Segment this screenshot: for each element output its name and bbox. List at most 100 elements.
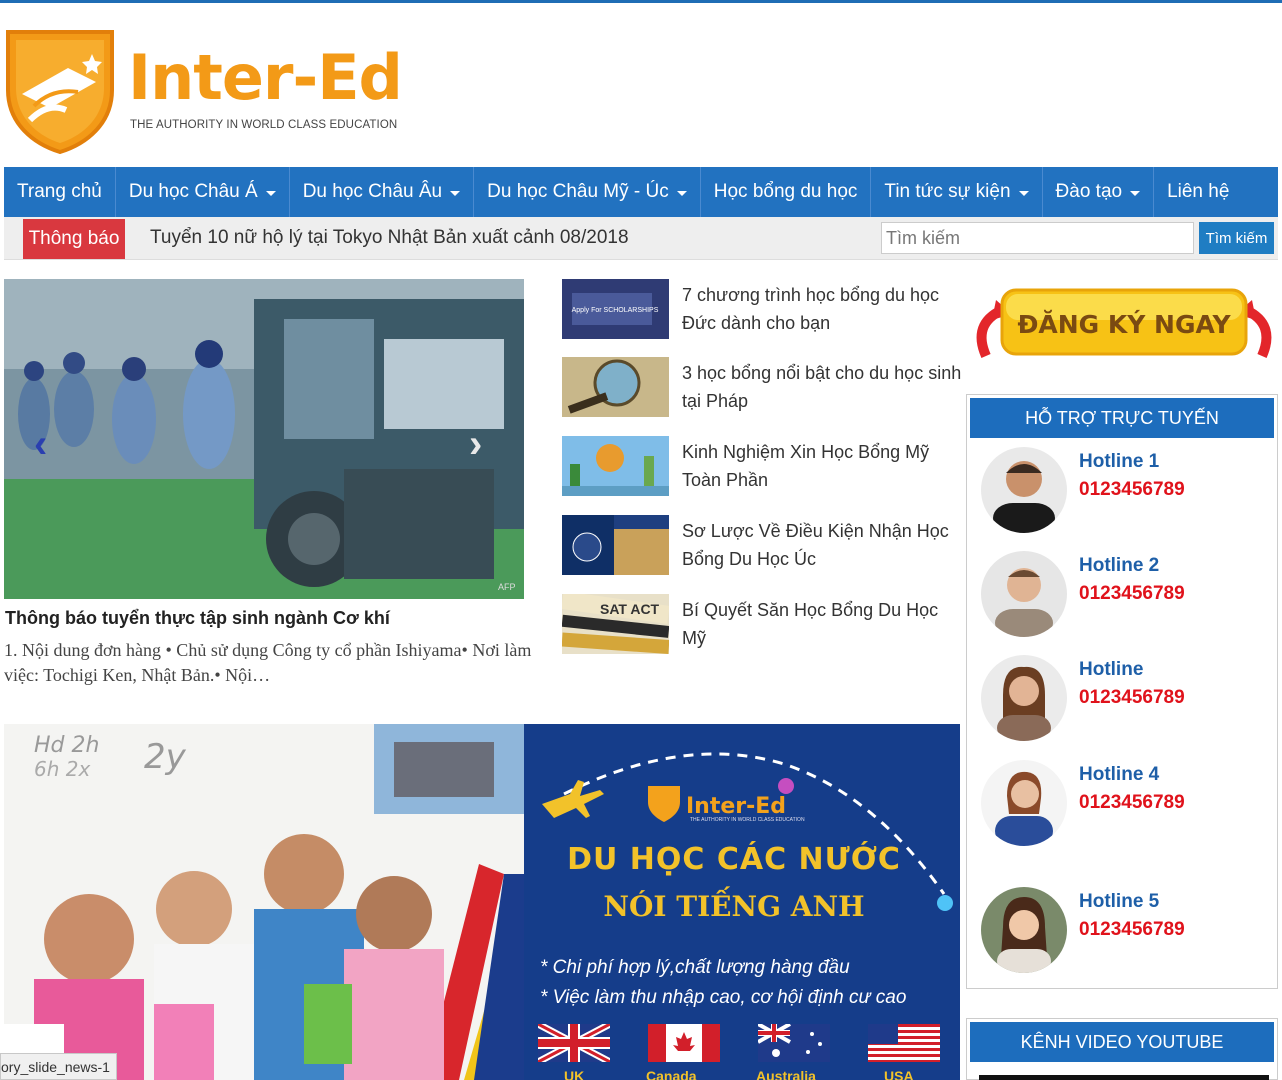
logo-tagline: THE AUTHORITY IN WORLD CLASS EDUCATION xyxy=(130,119,398,131)
nav-label: Du học Châu Mỹ - Úc xyxy=(487,181,669,202)
banner-heading-1: DU HỌC CÁC NƯỚC xyxy=(567,842,901,877)
register-label: ĐĂNG KÝ NGAY xyxy=(1017,309,1231,339)
nav-label: Du học Châu Á xyxy=(128,181,258,202)
caret-down-icon xyxy=(1130,190,1141,196)
uk-flag-icon xyxy=(538,1024,610,1062)
main-nav: Trang chủ Du học Châu Á Du học Châu Âu D… xyxy=(4,167,1278,217)
study-english-countries-banner[interactable]: Hd 2h 6h 2x 2y Inter-Ed THE AUTHORITY IN… xyxy=(4,724,960,1080)
nav-label: Tin tức sự kiện xyxy=(884,181,1011,202)
svg-text:2y: 2y xyxy=(144,737,187,777)
nav-item-home[interactable]: Trang chủ xyxy=(4,167,116,217)
avatar xyxy=(981,551,1067,637)
hotline-phone[interactable]: 0123456789 xyxy=(1079,792,1185,814)
nav-item-europe[interactable]: Du học Châu Âu xyxy=(290,167,475,217)
svg-text:6h 2x: 6h 2x xyxy=(34,757,90,781)
avatar xyxy=(981,760,1067,846)
banner-line-2: * Việc làm thu nhập cao, cơ hội định cư … xyxy=(540,987,907,1008)
news-item[interactable]: Apply For SCHOLARSHIPS 7 chương trình họ… xyxy=(562,279,962,341)
news-title[interactable]: Bí Quyết Săn Học Bổng Du Học Mỹ xyxy=(682,596,964,652)
hotline-item[interactable]: Hotline 0123456789 xyxy=(967,655,1277,745)
register-banner-graphic: ĐĂNG KÝ NGAY xyxy=(976,288,1272,359)
news-thumbnail[interactable] xyxy=(562,515,669,575)
avatar xyxy=(981,447,1067,533)
youtube-channel-box: KÊNH VIDEO YOUTUBE xyxy=(966,1018,1278,1080)
nav-label: Học bổng du học xyxy=(713,181,858,202)
news-item[interactable]: SAT ACT Bí Quyết Săn Học Bổng Du Học Mỹ xyxy=(562,594,962,656)
banner-line-1: * Chi phí hợp lý,chất lượng hàng đầu xyxy=(540,957,850,978)
nav-label: Du học Châu Âu xyxy=(302,181,443,202)
nav-label: Trang chủ xyxy=(17,181,102,202)
news-item[interactable]: 3 học bổng nổi bật cho du học sinh tại P… xyxy=(562,357,962,419)
hotline-name: Hotline 1 xyxy=(1079,451,1160,472)
hotline-phone[interactable]: 0123456789 xyxy=(1079,583,1185,605)
online-support-box: HỖ TRỢ TRỰC TUYẾN Hotline 1 0123456789 H… xyxy=(966,394,1278,989)
search-button[interactable]: Tìm kiếm xyxy=(1199,222,1274,254)
news-slider[interactable]: ‹ › AFP xyxy=(4,279,524,599)
svg-text:Hd 2h: Hd 2h xyxy=(34,733,99,758)
nav-item-training[interactable]: Đào tạo xyxy=(1043,167,1155,217)
nav-item-scholarships[interactable]: Học bổng du học xyxy=(701,167,872,217)
hotline-phone[interactable]: 0123456789 xyxy=(1079,919,1185,941)
flag-label-usa: USA xyxy=(884,1068,914,1080)
australia-flag-icon xyxy=(758,1024,830,1062)
hotline-name: Hotline xyxy=(1079,659,1144,680)
news-thumbnail[interactable] xyxy=(562,357,669,417)
youtube-video-embed[interactable] xyxy=(979,1075,1269,1080)
news-thumbnail[interactable]: Apply For SCHOLARSHIPS xyxy=(562,279,669,339)
news-thumbnail[interactable] xyxy=(562,436,669,496)
avatar xyxy=(981,887,1067,973)
nav-label: Liên hệ xyxy=(1167,181,1230,202)
hotline-item[interactable]: Hotline 1 0123456789 xyxy=(967,447,1277,537)
chevron-right-icon[interactable]: › xyxy=(469,424,482,464)
site-logo[interactable]: Inter-Ed THE AUTHORITY IN WORLD CLASS ED… xyxy=(4,28,404,158)
nav-item-america-australia[interactable]: Du học Châu Mỹ - Úc xyxy=(474,167,701,217)
notice-bar: Thông báo Tuyển 10 nữ hộ lý tại Tokyo Nh… xyxy=(4,217,1278,260)
news-title[interactable]: 7 chương trình học bổng du học Đức dành … xyxy=(682,281,964,337)
news-title[interactable]: Kinh Nghiệm Xin Học Bổng Mỹ Toàn Phần xyxy=(682,438,964,494)
news-item[interactable]: Sơ Lược Về Điều Kiện Nhận Học Bổng Du Họ… xyxy=(562,515,962,577)
thumb-caption: Apply For SCHOLARSHIPS xyxy=(572,307,659,314)
banner-logo-tagline: THE AUTHORITY IN WORLD CLASS EDUCATION xyxy=(690,817,805,823)
hotline-name: Hotline 4 xyxy=(1079,764,1160,785)
nav-label: Đào tạo xyxy=(1055,181,1123,202)
hotline-phone[interactable]: 0123456789 xyxy=(1079,687,1185,709)
usa-flag-icon xyxy=(868,1024,940,1062)
nav-item-asia[interactable]: Du học Châu Á xyxy=(116,167,290,217)
thumb-caption: SAT ACT xyxy=(600,601,660,617)
register-now-button[interactable]: ĐĂNG KÝ NGAY xyxy=(972,284,1276,372)
flag-label-australia: Australia xyxy=(756,1068,816,1080)
hotline-name: Hotline 5 xyxy=(1079,891,1160,912)
link-status-tooltip: ory_slide_news-1 xyxy=(0,1053,117,1080)
factory-photo xyxy=(4,279,524,599)
canada-flag-icon xyxy=(648,1024,720,1062)
logo-wordmark: Inter-Ed xyxy=(128,41,403,114)
caret-down-icon xyxy=(265,190,276,196)
caret-down-icon xyxy=(450,190,461,196)
search-input[interactable] xyxy=(881,222,1194,254)
hotline-item[interactable]: Hotline 5 0123456789 xyxy=(967,887,1277,977)
notice-ticker-link[interactable]: Tuyển 10 nữ hộ lý tại Tokyo Nhật Bản xuấ… xyxy=(150,227,629,249)
flag-row xyxy=(538,1024,948,1064)
hotline-item[interactable]: Hotline 4 0123456789 xyxy=(967,760,1277,850)
hotline-phone[interactable]: 0123456789 xyxy=(1079,479,1185,501)
news-thumbnail[interactable]: SAT ACT xyxy=(562,594,669,654)
graduation-shield-icon xyxy=(6,30,114,154)
nav-item-news[interactable]: Tin tức sự kiện xyxy=(871,167,1043,217)
slide-description: 1. Nội dung đơn hàng • Chủ sử dụng Công … xyxy=(4,640,532,685)
caret-down-icon xyxy=(1018,190,1029,196)
flag-label-uk: UK xyxy=(564,1068,585,1080)
hotline-item[interactable]: Hotline 2 0123456789 xyxy=(967,551,1277,641)
flag-label-canada: Canada xyxy=(646,1068,697,1080)
nav-item-contact[interactable]: Liên hệ xyxy=(1154,167,1242,217)
image-credit: AFP xyxy=(498,582,516,592)
top-accent-line xyxy=(0,0,1282,3)
chevron-left-icon[interactable]: ‹ xyxy=(34,424,47,464)
caret-down-icon xyxy=(676,190,687,196)
news-title[interactable]: 3 học bổng nổi bật cho du học sinh tại P… xyxy=(682,359,964,415)
hotline-name: Hotline 2 xyxy=(1079,555,1160,576)
news-item[interactable]: Kinh Nghiệm Xin Học Bổng Mỹ Toàn Phần xyxy=(562,436,962,498)
slide-title-link[interactable]: Thông báo tuyển thực tập sinh ngành Cơ k… xyxy=(5,608,390,629)
youtube-channel-title: KÊNH VIDEO YOUTUBE xyxy=(970,1022,1274,1062)
avatar xyxy=(981,655,1067,741)
news-title[interactable]: Sơ Lược Về Điều Kiện Nhận Học Bổng Du Họ… xyxy=(682,517,964,573)
